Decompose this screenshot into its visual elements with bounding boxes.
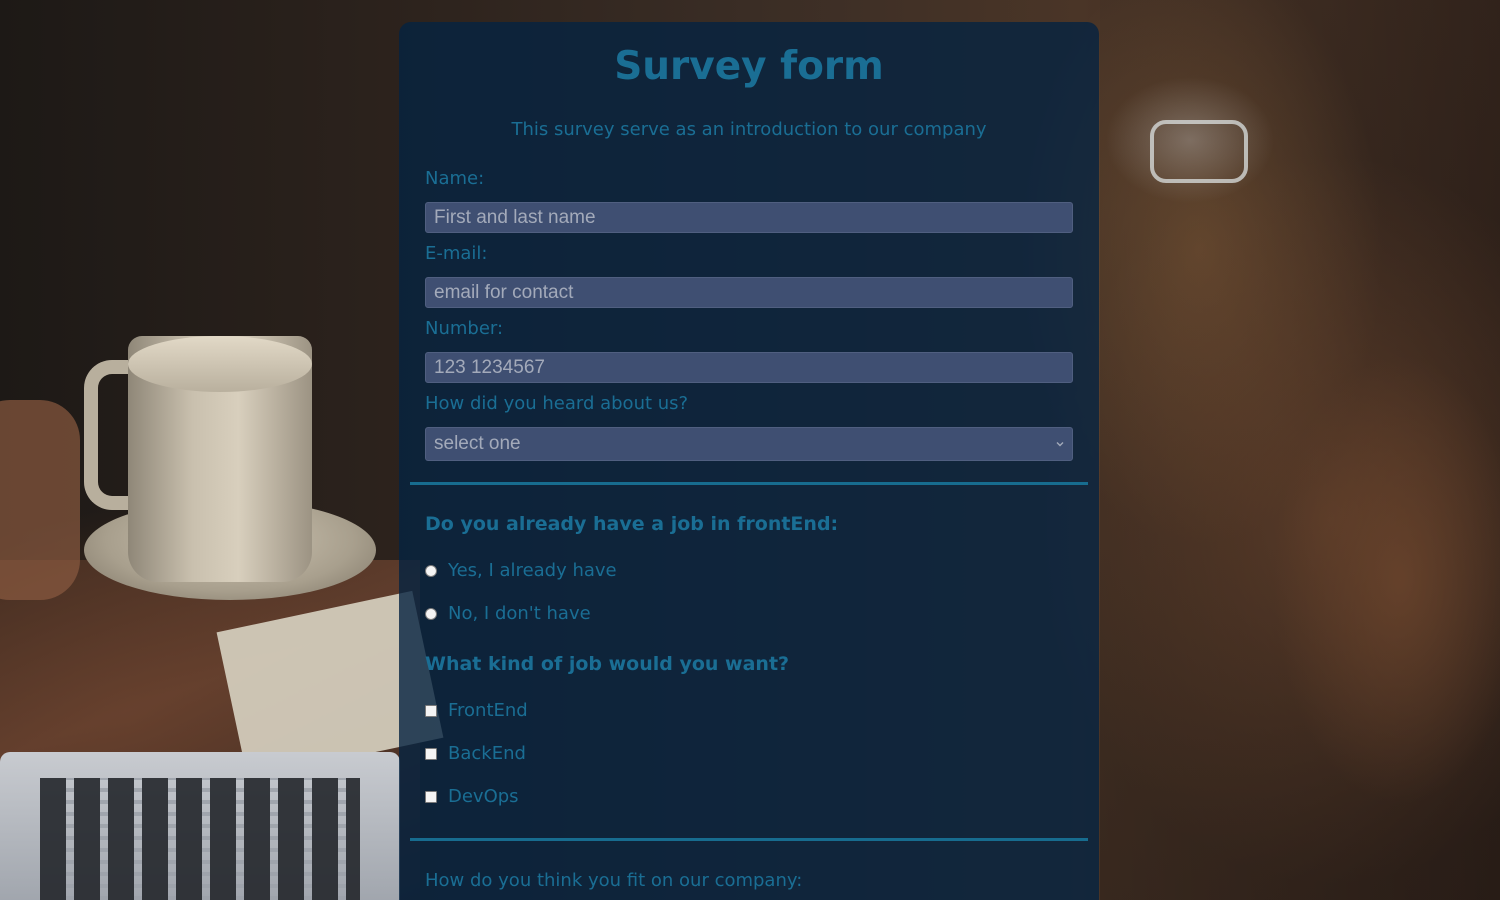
option-label: No, I don't have	[448, 603, 591, 624]
laptop-keyboard-shape	[40, 778, 360, 900]
job-status-question: Do you already have a job in frontEnd:	[425, 513, 839, 535]
chevron-down-icon	[1056, 442, 1064, 447]
email-label: E-mail:	[425, 243, 488, 264]
job-status-option-no[interactable]: No, I don't have	[425, 603, 591, 624]
job-kind-option-backend[interactable]: BackEnd	[425, 743, 526, 764]
radio-button[interactable]	[425, 564, 437, 577]
job-kind-option-frontend[interactable]: FrontEnd	[425, 700, 528, 721]
checkbox[interactable]	[425, 704, 437, 717]
option-label: BackEnd	[448, 743, 526, 764]
hand-shape	[0, 400, 80, 600]
job-kind-question: What kind of job would you want?	[425, 653, 790, 675]
survey-form-panel: Survey form This survey serve as an intr…	[399, 22, 1099, 900]
name-field[interactable]	[425, 202, 1073, 233]
referral-select[interactable]: select one	[425, 427, 1073, 461]
radio-button[interactable]	[425, 607, 437, 620]
email-field[interactable]	[425, 277, 1073, 308]
form-description: This survey serve as an introduction to …	[511, 119, 987, 140]
option-label: FrontEnd	[448, 700, 528, 721]
number-field[interactable]	[425, 352, 1073, 383]
option-label: Yes, I already have	[448, 560, 617, 581]
number-label: Number:	[425, 318, 504, 339]
fit-label: How do you think you fit on our company:	[425, 870, 803, 891]
checkbox[interactable]	[425, 747, 437, 760]
job-kind-option-devops[interactable]: DevOps	[425, 786, 519, 807]
referral-selected-value: select one	[434, 433, 521, 454]
option-label: DevOps	[448, 786, 519, 807]
laptop-shape	[0, 752, 400, 900]
referral-label: How did you heard about us?	[425, 393, 689, 414]
coffee-mug-shape	[128, 336, 312, 582]
form-title: Survey form	[614, 44, 884, 89]
name-label: Name:	[425, 168, 485, 189]
glasses-shape	[1150, 120, 1248, 183]
section-divider	[410, 838, 1088, 841]
checkbox[interactable]	[425, 790, 437, 803]
section-divider	[410, 482, 1088, 485]
job-status-option-yes[interactable]: Yes, I already have	[425, 560, 617, 581]
